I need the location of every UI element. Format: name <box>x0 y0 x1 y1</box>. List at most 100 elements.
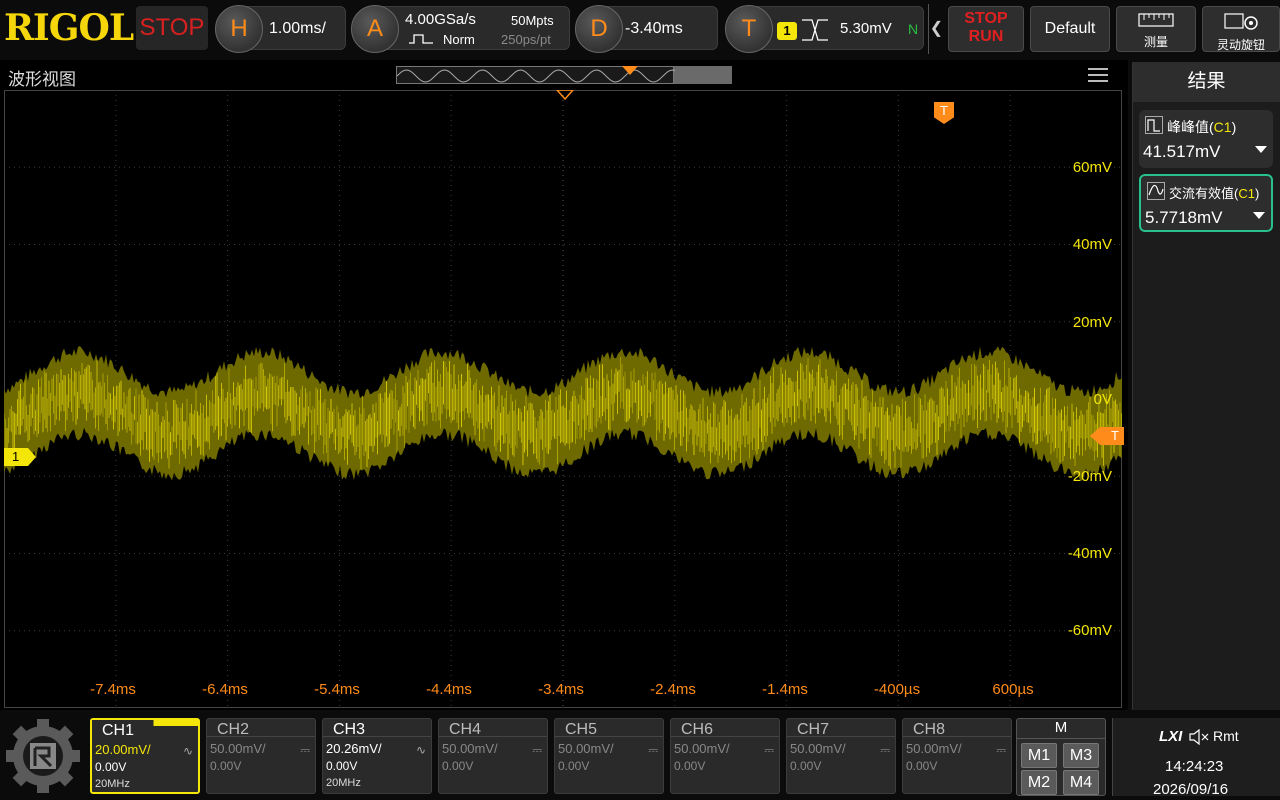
rigol-logo: RIGOL <box>4 7 134 49</box>
timebase-value: 1.00ms/ <box>269 20 326 37</box>
waveform-view[interactable]: 波形视图 T 1 T 60mV 40mV 20mV 0V -20mV -40mV… <box>0 60 1128 754</box>
math-m1-button[interactable]: M1 <box>1021 743 1057 768</box>
channel-scale: 50.00mV/ <box>442 741 498 756</box>
clock-time: 14:24:23 <box>1165 758 1224 775</box>
channel-bandwidth: 20MHz <box>95 778 130 790</box>
ac-coupling-icon: ∿ <box>415 743 426 757</box>
measurement-item[interactable]: 峰峰值(C1) 41.517mV <box>1139 110 1273 168</box>
measurement-item[interactable]: 交流有效值(C1) 5.7718mV <box>1139 174 1273 232</box>
multipurpose-knob-button[interactable]: 灵动旋钮 <box>1202 6 1280 52</box>
channel-scale: 50.00mV/ <box>558 741 614 756</box>
x-label: 600µs <box>992 681 1034 698</box>
lxi-icon: LXI <box>1159 728 1183 745</box>
y-label-minus20mv: -20mV <box>1067 468 1112 485</box>
channel-1-box[interactable]: CH1 20.00mV/ ∿ 0.00V 20MHz <box>90 718 200 794</box>
speaker-muted-icon[interactable] <box>1189 729 1209 745</box>
memory-overview-bar[interactable] <box>396 66 732 84</box>
trigger-key[interactable]: T <box>725 5 773 53</box>
x-label: -7.4ms <box>90 681 136 698</box>
math-m4-button[interactable]: M4 <box>1063 770 1099 795</box>
overview-trigger-marker <box>622 66 638 75</box>
math-m3-button[interactable]: M3 <box>1063 743 1099 768</box>
measurement-name: 交流有效值(C1) <box>1169 186 1260 201</box>
math-box[interactable]: M M1 M3 M2 M4 <box>1016 718 1106 796</box>
channel-name: CH4 <box>449 721 482 738</box>
channel-8-box[interactable]: CH8 50.00mV/ ⎓ 0.00V <box>902 718 1012 794</box>
chevron-left-icon[interactable]: ❮ <box>928 4 944 54</box>
waveform-grid <box>4 90 1122 708</box>
dc-coupling-icon: ⎓ <box>648 743 658 757</box>
dc-coupling-icon: ⎓ <box>996 743 1006 757</box>
channel-offset: 0.00V <box>906 759 938 773</box>
remote-status: Rmt <box>1213 728 1239 744</box>
run-status-badge[interactable]: STOP <box>136 6 208 50</box>
stop-label: STOP <box>964 10 1008 27</box>
channel-3-box[interactable]: CH3 20.26mV/ ∿ 0.00V 20MHz <box>322 718 432 794</box>
x-label: -4.4ms <box>426 681 472 698</box>
measurement-name: 峰峰值(C1) <box>1167 119 1237 135</box>
system-status: LXI Rmt 14:24:23 2026/09/16 <box>1112 718 1280 798</box>
channel-4-box[interactable]: CH4 50.00mV/ ⎓ 0.00V <box>438 718 548 794</box>
channel-offset: 0.00V <box>210 759 242 773</box>
knob-settings-icon <box>1224 13 1258 30</box>
waveform-view-title: 波形视图 <box>8 70 76 89</box>
peak-to-peak-icon <box>1145 116 1163 134</box>
delay-key[interactable]: D <box>575 5 623 53</box>
channel-scale: 50.00mV/ <box>674 741 730 756</box>
acquire-mode-icon <box>409 34 433 44</box>
results-panel: 结果 峰峰值(C1) 41.517mV 交流有效值(C1) 5.7718mV <box>1132 62 1280 710</box>
ruler-icon <box>1138 13 1174 27</box>
measurement-value: 41.517mV <box>1143 142 1221 161</box>
chevron-down-icon[interactable] <box>1253 212 1265 219</box>
hamburger-menu-icon[interactable] <box>1088 68 1108 82</box>
dc-coupling-icon: ⎓ <box>300 743 310 757</box>
trigger-sweep-mode: N <box>908 21 919 37</box>
delay-control[interactable]: D -3.40ms <box>575 5 718 53</box>
sample-rate: 4.00GSa/s <box>405 11 476 28</box>
channel-6-box[interactable]: CH6 50.00mV/ ⎓ 0.00V <box>670 718 780 794</box>
measurement-value: 5.7718mV <box>1145 208 1223 227</box>
default-setup-button[interactable]: Default <box>1030 6 1110 52</box>
acquire-control[interactable]: A 4.00GSa/s Norm 50Mpts 250ps/pt <box>351 5 570 53</box>
acquire-key[interactable]: A <box>351 5 399 53</box>
y-label-60mv: 60mV <box>1072 159 1112 176</box>
ac-rms-icon <box>1147 182 1165 200</box>
run-stop-button[interactable]: STOP RUN <box>948 6 1024 52</box>
rigol-gear-icon[interactable] <box>6 718 80 794</box>
edge-trigger-icon <box>802 19 828 41</box>
channel-2-box[interactable]: CH2 50.00mV/ ⎓ 0.00V <box>206 718 316 794</box>
horizontal-key[interactable]: H <box>215 5 263 53</box>
trigger-source-badge: 1 <box>777 22 797 40</box>
channel-name: CH7 <box>797 721 830 738</box>
channel-scale: 50.00mV/ <box>906 741 962 756</box>
channel-7-box[interactable]: CH7 50.00mV/ ⎓ 0.00V <box>786 718 896 794</box>
acquire-mode: Norm <box>443 32 475 47</box>
channel-bar: CH1 20.00mV/ ∿ 0.00V 20MHz CH2 50.00mV/ … <box>0 712 1280 800</box>
measure-button[interactable]: 测量 <box>1116 6 1196 52</box>
channel-name: CH6 <box>681 721 714 738</box>
channel-offset: 0.00V <box>790 759 822 773</box>
dc-coupling-icon: ⎓ <box>532 743 542 757</box>
x-label: -2.4ms <box>650 681 696 698</box>
y-label-minus40mv: -40mV <box>1067 545 1112 562</box>
channel-scale: 50.00mV/ <box>790 741 846 756</box>
x-label: -1.4ms <box>762 681 808 698</box>
chevron-down-icon[interactable] <box>1255 146 1267 153</box>
x-label: -3.4ms <box>538 681 584 698</box>
channel-scale: 50.00mV/ <box>210 741 266 756</box>
channel-5-box[interactable]: CH5 50.00mV/ ⎓ 0.00V <box>554 718 664 794</box>
channel-scale: 20.26mV/ <box>326 741 382 756</box>
dc-coupling-icon: ⎓ <box>764 743 774 757</box>
x-label: -400µs <box>873 681 921 698</box>
dc-coupling-icon: ⎓ <box>880 743 890 757</box>
ac-coupling-icon: ∿ <box>182 744 193 758</box>
math-m2-button[interactable]: M2 <box>1021 770 1057 795</box>
y-label-20mv: 20mV <box>1072 314 1112 331</box>
channel-name: CH1 <box>102 722 135 739</box>
channel-bandwidth: 20MHz <box>326 777 361 789</box>
channel-name: CH3 <box>333 721 366 738</box>
channel-offset: 0.00V <box>95 760 127 774</box>
clock-date: 2026/09/16 <box>1153 781 1229 798</box>
channel-name: CH2 <box>217 721 250 738</box>
horizontal-timebase-control[interactable]: H 1.00ms/ <box>215 5 346 53</box>
